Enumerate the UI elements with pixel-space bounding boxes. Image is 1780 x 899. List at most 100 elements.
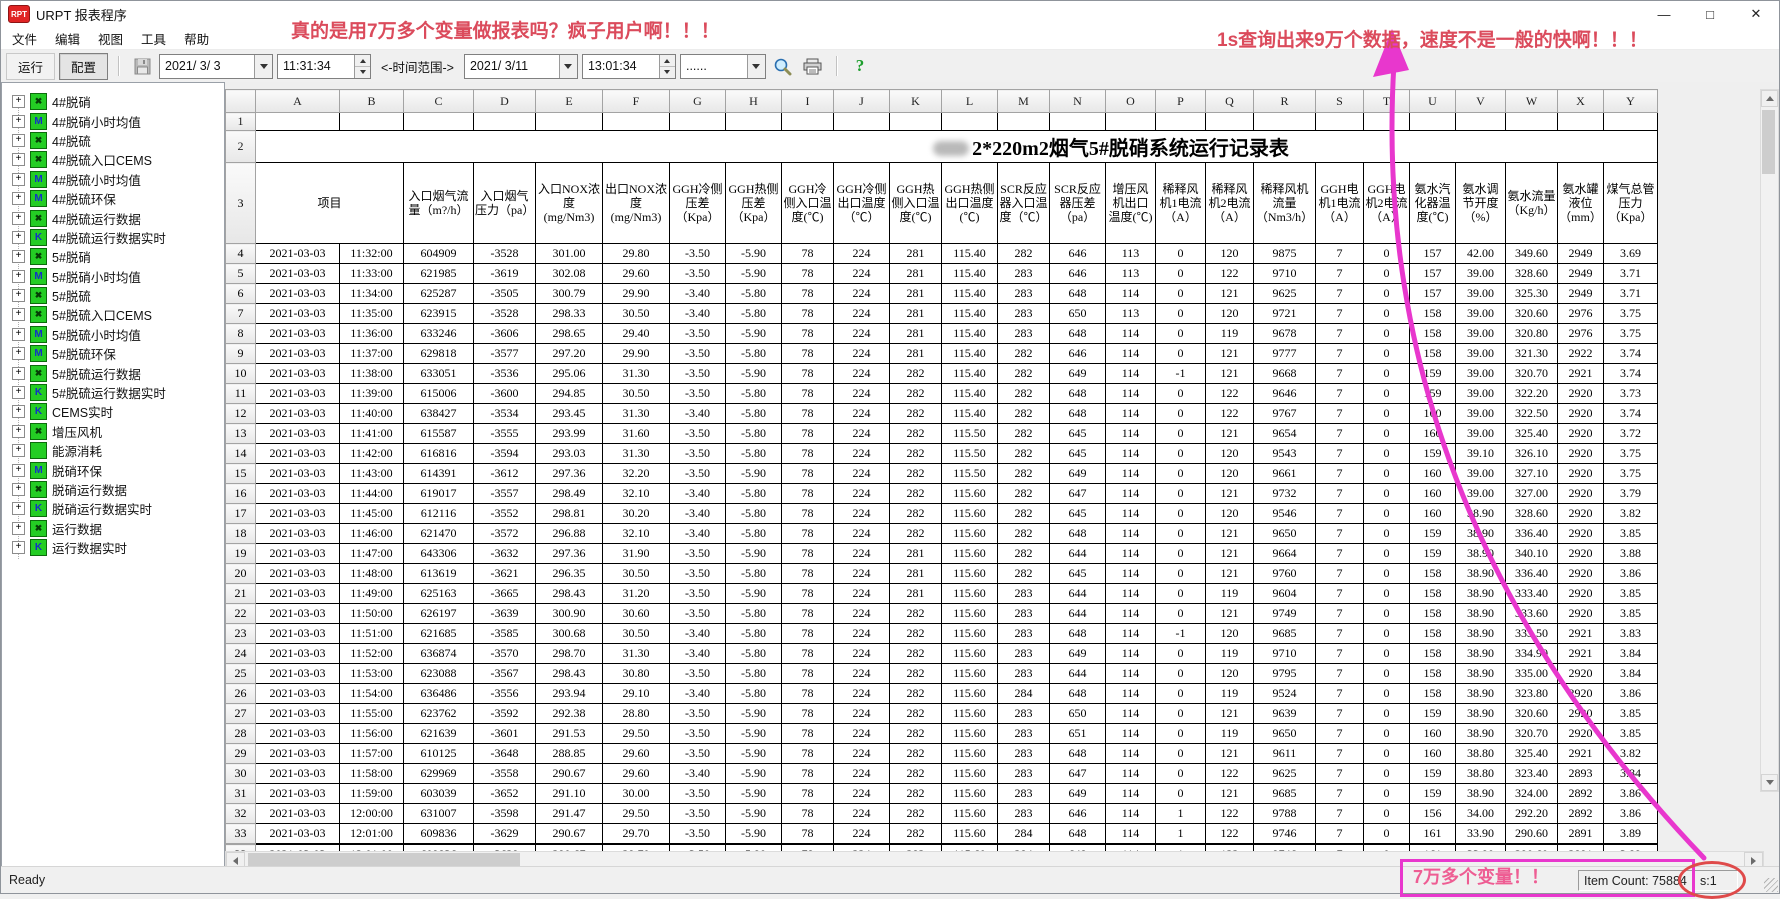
data-cell[interactable]: 120 [1206, 244, 1254, 264]
data-cell[interactable]: 115.60 [942, 784, 998, 804]
expand-plus-icon[interactable]: + [12, 522, 25, 535]
data-cell[interactable]: 648 [1050, 384, 1106, 404]
resize-grip[interactable] [1764, 878, 1778, 892]
data-cell[interactable]: 224 [834, 524, 890, 544]
data-cell[interactable]: 114 [1106, 784, 1156, 804]
data-cell[interactable]: 224 [834, 504, 890, 524]
column-header-cell[interactable]: 氨水调节开度（%） [1456, 163, 1506, 244]
data-cell[interactable]: -5.90 [726, 724, 782, 744]
data-cell[interactable]: 39.00 [1456, 384, 1506, 404]
data-cell[interactable]: 114 [1106, 804, 1156, 824]
data-cell[interactable]: -3.40 [670, 484, 726, 504]
column-letter-header[interactable]: N [1050, 90, 1106, 113]
date-cell[interactable]: 2021-03-03 [256, 504, 340, 524]
tree-item[interactable]: + 5#脱硫环保 [2, 344, 224, 363]
expand-plus-icon[interactable]: + [12, 347, 25, 360]
date-cell[interactable]: 2021-03-03 [256, 684, 340, 704]
row-number-cell[interactable]: 24 [226, 644, 256, 664]
data-cell[interactable]: 119 [1206, 684, 1254, 704]
data-cell[interactable]: 158 [1410, 584, 1456, 604]
data-cell[interactable]: 78 [782, 824, 834, 844]
column-header-cell[interactable]: 稀释风机2电流（A） [1206, 163, 1254, 244]
time-cell[interactable]: 11:59:00 [340, 784, 404, 804]
data-cell[interactable]: -3.50 [670, 324, 726, 344]
data-cell[interactable]: 0 [1364, 644, 1410, 664]
data-cell[interactable]: 3.86 [1604, 804, 1658, 824]
data-cell[interactable]: 78 [782, 244, 834, 264]
data-cell[interactable]: -3612 [474, 464, 536, 484]
column-header-cell[interactable]: GGH冷侧出口温度（℃） [834, 163, 890, 244]
time-cell[interactable]: 11:42:00 [340, 444, 404, 464]
data-cell[interactable]: 114 [1106, 644, 1156, 664]
date-cell[interactable]: 2021-03-03 [256, 384, 340, 404]
data-cell[interactable]: 0 [1364, 364, 1410, 384]
data-cell[interactable]: 2920 [1558, 664, 1604, 684]
data-cell[interactable]: 32.20 [603, 464, 670, 484]
data-cell[interactable]: 9661 [1254, 464, 1316, 484]
data-cell[interactable]: 160 [1410, 744, 1456, 764]
data-cell[interactable]: 29.10 [603, 684, 670, 704]
data-cell[interactable]: 121 [1206, 784, 1254, 804]
data-cell[interactable]: 282 [890, 644, 942, 664]
date-cell[interactable]: 2021-03-03 [256, 824, 340, 844]
data-cell[interactable]: -3606 [474, 324, 536, 344]
data-cell[interactable]: 2920 [1558, 524, 1604, 544]
data-cell[interactable]: 281 [890, 264, 942, 284]
printer-icon[interactable] [800, 54, 826, 78]
empty-cell[interactable] [890, 113, 942, 131]
data-cell[interactable]: 9875 [1254, 244, 1316, 264]
data-cell[interactable]: -3.50 [670, 804, 726, 824]
data-cell[interactable]: 7 [1316, 764, 1364, 784]
data-cell[interactable]: 39.00 [1456, 424, 1506, 444]
data-cell[interactable]: 647 [1050, 764, 1106, 784]
empty-cell[interactable] [834, 113, 890, 131]
data-cell[interactable]: 283 [998, 264, 1050, 284]
column-header-cell[interactable]: 稀释风机流量（Nm3/h） [1254, 163, 1316, 244]
data-cell[interactable]: 2920 [1558, 564, 1604, 584]
data-cell[interactable]: 2893 [1558, 764, 1604, 784]
data-cell[interactable]: 638427 [404, 404, 474, 424]
tree-item[interactable]: + 脱硝环保 [2, 460, 224, 479]
data-cell[interactable]: 224 [834, 724, 890, 744]
data-cell[interactable]: 7 [1316, 564, 1364, 584]
time-cell[interactable]: 11:39:00 [340, 384, 404, 404]
data-cell[interactable]: -5.80 [726, 624, 782, 644]
tree-item[interactable]: + CEMS实时 [2, 402, 224, 421]
data-cell[interactable]: 115.40 [942, 384, 998, 404]
data-cell[interactable]: 224 [834, 624, 890, 644]
data-cell[interactable]: -3.40 [670, 524, 726, 544]
empty-cell[interactable] [726, 113, 782, 131]
data-cell[interactable]: 301.00 [536, 244, 603, 264]
data-cell[interactable]: -3585 [474, 624, 536, 644]
data-cell[interactable]: 30.80 [603, 664, 670, 684]
data-cell[interactable]: 114 [1106, 724, 1156, 744]
data-cell[interactable]: 283 [998, 284, 1050, 304]
data-cell[interactable]: 0 [1364, 524, 1410, 544]
data-cell[interactable]: 78 [782, 544, 834, 564]
data-cell[interactable]: 78 [782, 744, 834, 764]
data-cell[interactable]: 78 [782, 784, 834, 804]
empty-cell[interactable] [1106, 113, 1156, 131]
time-cell[interactable]: 11:38:00 [340, 364, 404, 384]
column-letter-header[interactable]: U [1410, 90, 1456, 113]
data-cell[interactable]: 7 [1316, 504, 1364, 524]
empty-cell[interactable] [998, 113, 1050, 131]
data-cell[interactable]: -5.90 [726, 824, 782, 844]
data-cell[interactable]: 115.60 [942, 724, 998, 744]
data-cell[interactable]: 158 [1410, 624, 1456, 644]
data-cell[interactable]: 603039 [404, 784, 474, 804]
time-cell[interactable]: 11:44:00 [340, 484, 404, 504]
data-cell[interactable]: 629818 [404, 344, 474, 364]
data-cell[interactable]: 115.40 [942, 244, 998, 264]
data-cell[interactable]: -3.50 [670, 424, 726, 444]
data-cell[interactable]: -3.50 [670, 664, 726, 684]
spin-down-icon[interactable] [660, 67, 675, 78]
data-cell[interactable]: 119 [1206, 584, 1254, 604]
data-cell[interactable]: 121 [1206, 544, 1254, 564]
data-cell[interactable]: 328.60 [1506, 504, 1558, 524]
column-header-cell[interactable]: SCR反应器压差（pa） [1050, 163, 1106, 244]
expand-plus-icon[interactable]: + [12, 308, 25, 321]
data-cell[interactable]: 159 [1410, 524, 1456, 544]
data-cell[interactable]: 159 [1410, 444, 1456, 464]
data-cell[interactable]: -3.50 [670, 724, 726, 744]
